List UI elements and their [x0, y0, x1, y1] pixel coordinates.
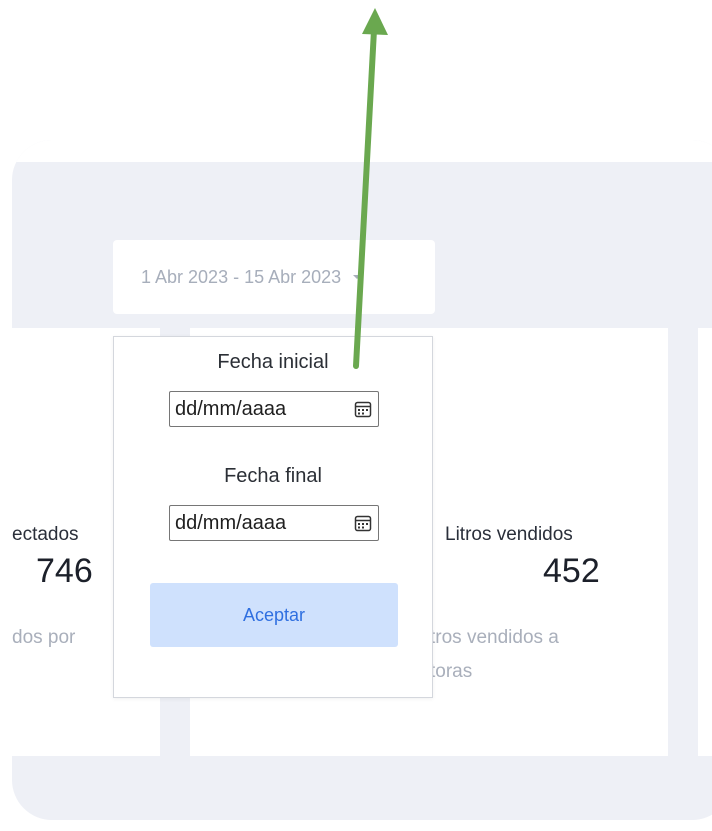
- arrow-up-icon: [353, 8, 388, 369]
